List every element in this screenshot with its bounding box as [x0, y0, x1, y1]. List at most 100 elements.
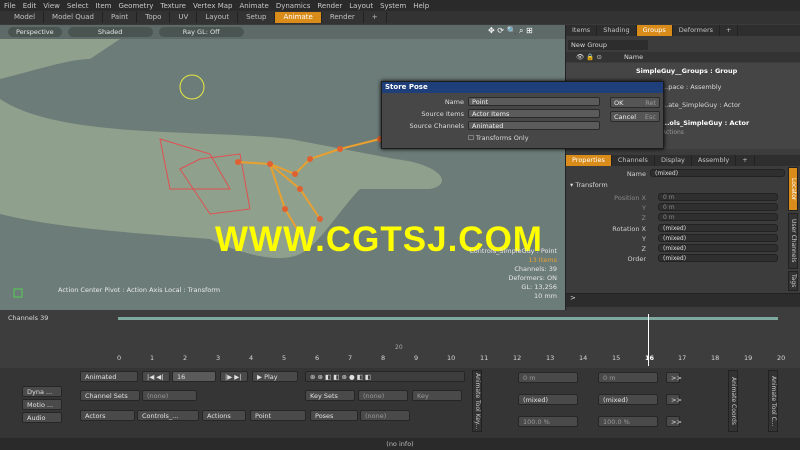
- menu-vertex-map[interactable]: Vertex Map: [193, 2, 233, 10]
- play-button[interactable]: ▶ Play: [252, 371, 298, 382]
- layout-tab-topo[interactable]: Topo: [137, 12, 171, 23]
- key-sets-button[interactable]: Key Sets: [305, 390, 355, 401]
- action-dropdown[interactable]: Point: [250, 410, 306, 421]
- dopesheet-track[interactable]: [118, 317, 778, 320]
- mode-dropdown[interactable]: Animated: [80, 371, 138, 382]
- timeline-ruler[interactable]: 0 1 2 3 4 5 6 7 8 9 10 11 12 13 14 15 16 17 18 19 20 20: [0, 314, 800, 366]
- layout-tab-render[interactable]: Render: [322, 12, 364, 23]
- transform-section[interactable]: ▾ Transform: [570, 181, 608, 189]
- playhead[interactable]: [648, 314, 649, 366]
- layout-tab-+[interactable]: +: [364, 12, 387, 23]
- next-frame-button[interactable]: |▶ ▶|: [220, 371, 248, 382]
- layout-tab-model[interactable]: Model: [6, 12, 45, 23]
- more-button[interactable]: >>: [666, 372, 682, 383]
- group-row[interactable]: ...ate_SimpleGuy : Actor: [662, 101, 741, 109]
- move-x-field[interactable]: 0 m: [518, 372, 578, 383]
- source-items-dropdown[interactable]: Actor Items: [468, 109, 600, 118]
- actor-dropdown[interactable]: Controls_...: [137, 410, 199, 421]
- menu-animate[interactable]: Animate: [239, 2, 268, 10]
- group-row[interactable]: ...ols_SimpleGuy : Actor: [662, 119, 749, 127]
- position-z-field[interactable]: 0 m: [658, 213, 778, 221]
- channel-sets-dropdown[interactable]: (none): [142, 390, 197, 401]
- move-y-field[interactable]: 0 m: [598, 372, 658, 383]
- rotate-y-field[interactable]: (mixed): [598, 394, 658, 405]
- new-group-button[interactable]: New Group: [568, 40, 648, 50]
- user-channels-side-tab[interactable]: User Channels: [788, 213, 798, 269]
- ok-button[interactable]: OK Ret: [610, 97, 660, 108]
- source-channels-dropdown[interactable]: Animated: [468, 121, 600, 130]
- animate-tool-key-tab[interactable]: Animate Tool Key...: [472, 370, 482, 432]
- first-frame-button[interactable]: |◀ ◀|: [142, 371, 170, 382]
- audio-button[interactable]: Audio: [22, 412, 62, 423]
- frame-input[interactable]: 16: [172, 371, 216, 382]
- menu-dynamics[interactable]: Dynamics: [276, 2, 311, 10]
- more-button[interactable]: >>: [666, 394, 682, 405]
- order-dropdown[interactable]: (mixed): [658, 254, 778, 262]
- menu-system[interactable]: System: [380, 2, 406, 10]
- timeline[interactable]: Channels 39 0 1 2 3 4 5 6 7 8 9 10 11 12 13 14 15 16 17 18…: [0, 310, 800, 368]
- command-input[interactable]: >: [566, 293, 800, 307]
- poses-button[interactable]: Poses: [310, 410, 358, 421]
- layout-tab-paint[interactable]: Paint: [103, 12, 138, 23]
- rotation-y-field[interactable]: (mixed): [658, 234, 778, 242]
- tags-side-tab[interactable]: Tags: [788, 271, 798, 291]
- tab-shading[interactable]: Shading: [597, 25, 637, 36]
- tab-display[interactable]: Display: [655, 155, 692, 166]
- viewport-nav-icons[interactable]: ✥ ⟳ 🔍 ⌕ ⊞: [488, 26, 533, 36]
- menu-help[interactable]: Help: [413, 2, 429, 10]
- layout-tab-model-quad[interactable]: Model Quad: [44, 12, 103, 23]
- motio-button[interactable]: Motio ...: [22, 399, 62, 410]
- scale-y-field[interactable]: 100.0 %: [598, 416, 658, 427]
- menu-edit[interactable]: Edit: [23, 2, 37, 10]
- tab-groups[interactable]: Groups: [636, 25, 673, 36]
- layout-tab-animate[interactable]: Animate: [275, 12, 322, 23]
- tab-deformers[interactable]: Deformers: [673, 25, 720, 36]
- rotate-x-field[interactable]: (mixed): [518, 394, 578, 405]
- menu-file[interactable]: File: [4, 2, 16, 10]
- channel-sets-button[interactable]: Channel Sets: [80, 390, 140, 401]
- menu-geometry[interactable]: Geometry: [118, 2, 153, 10]
- tab-assembly[interactable]: Assembly: [692, 155, 737, 166]
- group-row[interactable]: ...pace : Assembly: [662, 83, 722, 91]
- menu-item[interactable]: Item: [96, 2, 112, 10]
- tab-channels[interactable]: Channels: [612, 155, 655, 166]
- menu-render[interactable]: Render: [317, 2, 342, 10]
- rotation-z-field[interactable]: (mixed): [658, 244, 778, 252]
- rotation-x-field[interactable]: (mixed): [658, 224, 778, 232]
- animate-tool-c-tab[interactable]: Animate Tool C...: [768, 370, 778, 432]
- layout-tab-layout[interactable]: Layout: [197, 12, 239, 23]
- 3d-viewport[interactable]: Perspective Shaded Ray GL: Off ✥ ⟳ 🔍 ⌕ ⊞…: [0, 25, 565, 310]
- menu-view[interactable]: View: [43, 2, 60, 10]
- key-tools[interactable]: ⊛ ⊛ ◧ ◧ ⊛ ● ◧ ◧: [305, 371, 465, 382]
- tab-+[interactable]: +: [736, 155, 755, 166]
- more-button[interactable]: >>: [666, 416, 682, 427]
- view-perspective-button[interactable]: Perspective: [8, 27, 62, 37]
- key-sets-dropdown[interactable]: (none): [358, 390, 408, 401]
- locator-side-tab[interactable]: Locator: [788, 167, 798, 211]
- shading-button[interactable]: Shaded: [67, 27, 153, 37]
- tab-+[interactable]: +: [720, 25, 739, 36]
- menu-select[interactable]: Select: [67, 2, 89, 10]
- cancel-button[interactable]: Cancel Esc: [610, 111, 660, 122]
- actions-button[interactable]: Actions: [202, 410, 246, 421]
- layout-tab-setup[interactable]: Setup: [238, 12, 276, 23]
- transforms-only-checkbox[interactable]: ☐ Transforms Only: [468, 134, 529, 142]
- key-button[interactable]: Key: [412, 390, 462, 401]
- menu-layout[interactable]: Layout: [349, 2, 373, 10]
- scale-x-field[interactable]: 100.0 %: [518, 416, 578, 427]
- pose-name-input[interactable]: Point: [468, 97, 600, 106]
- animate-coords-tab[interactable]: Animate Coords: [728, 370, 738, 432]
- position-y-field[interactable]: 0 m: [658, 203, 778, 211]
- dyna-button[interactable]: Dyna ...: [22, 386, 62, 397]
- group-row[interactable]: Actions: [662, 129, 684, 136]
- name-field[interactable]: (mixed): [650, 169, 785, 177]
- menu-texture[interactable]: Texture: [160, 2, 186, 10]
- tab-items[interactable]: Items: [566, 25, 598, 36]
- poses-dropdown[interactable]: (none): [360, 410, 410, 421]
- group-row[interactable]: SimpleGuy__Groups : Group: [636, 67, 737, 75]
- actors-button[interactable]: Actors: [80, 410, 135, 421]
- layout-tab-uv[interactable]: UV: [170, 12, 198, 23]
- position-x-field[interactable]: 0 m: [658, 193, 778, 201]
- raygl-button[interactable]: Ray GL: Off: [158, 27, 244, 37]
- tab-properties[interactable]: Properties: [566, 155, 612, 166]
